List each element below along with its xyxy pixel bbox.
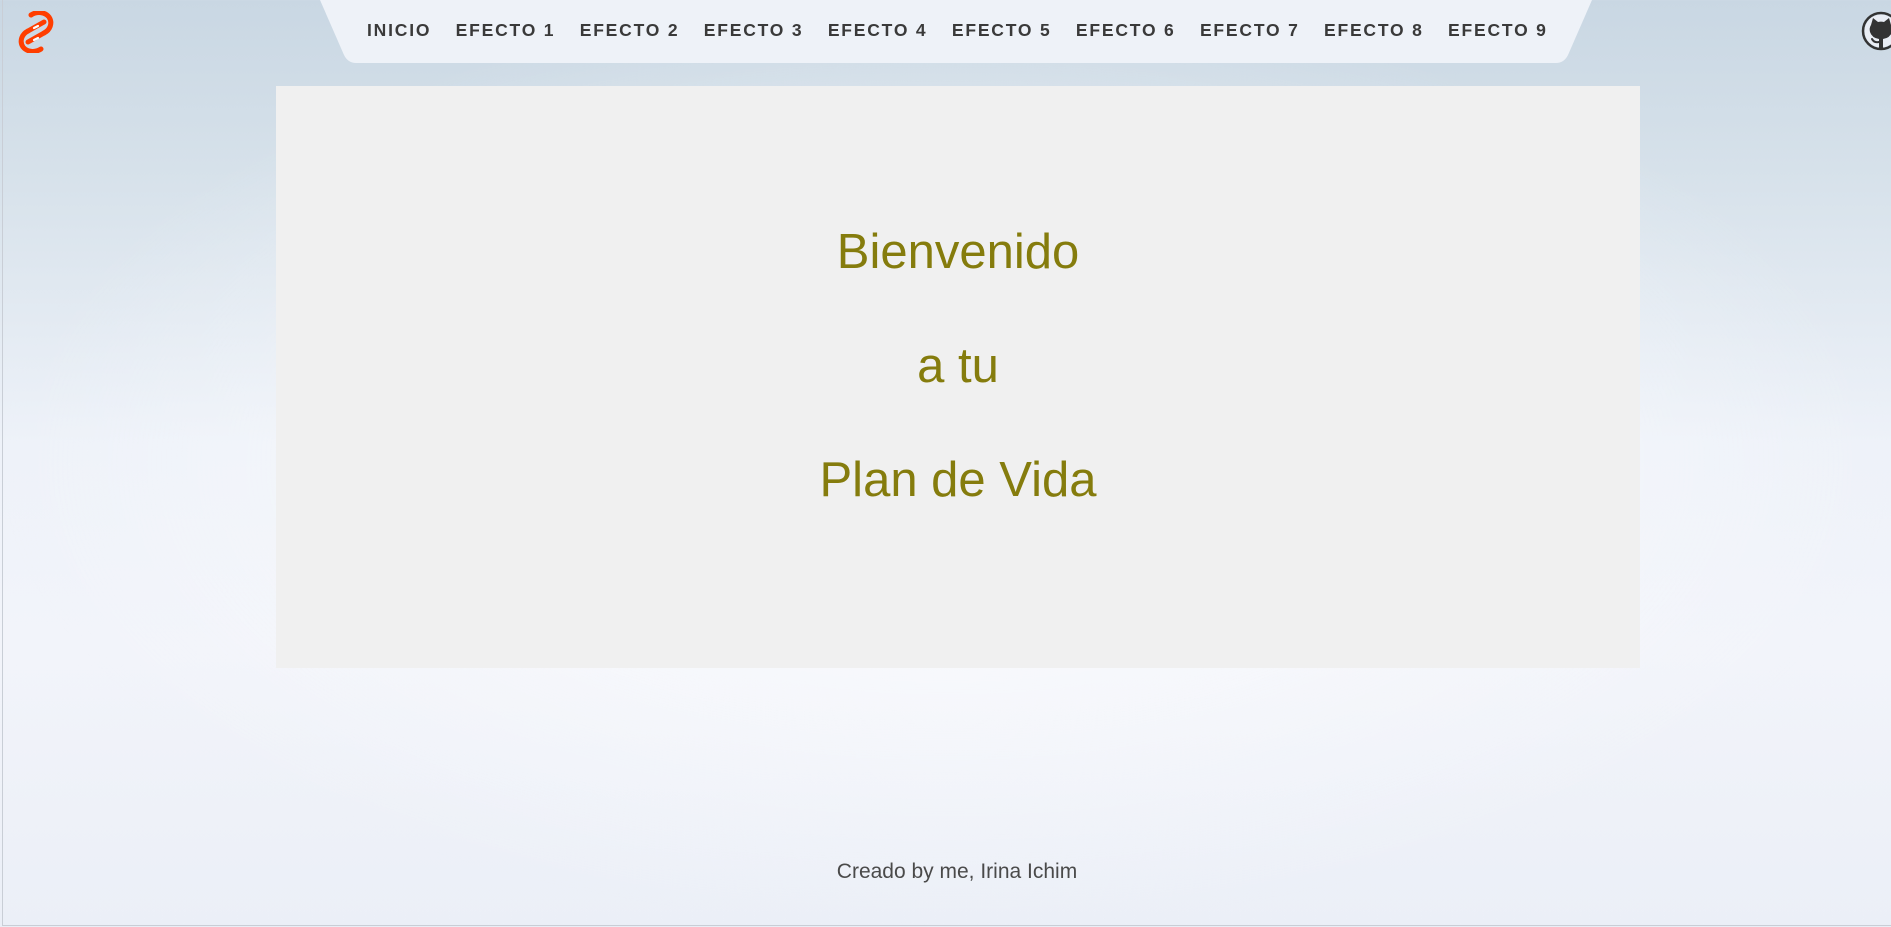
nav-item-efecto-2: EFECTO 2 [580,0,680,60]
nav-item-efecto-8: EFECTO 8 [1324,0,1424,60]
nav-link-efecto-4[interactable]: EFECTO 4 [828,0,928,60]
main-nav: INICIO EFECTO 1 EFECTO 2 EFECTO 3 EFECTO… [367,0,1548,60]
nav-item-inicio: INICIO [367,0,431,60]
nav-link-efecto-1[interactable]: EFECTO 1 [456,0,556,60]
nav-item-efecto-1: EFECTO 1 [456,0,556,60]
github-icon[interactable] [1861,11,1891,51]
nav-link-efecto-6[interactable]: EFECTO 6 [1076,0,1176,60]
nav-link-efecto-8[interactable]: EFECTO 8 [1324,0,1424,60]
welcome-heading-line-2: a tu [917,339,999,393]
nav-link-inicio[interactable]: INICIO [367,0,431,60]
nav-link-efecto-5[interactable]: EFECTO 5 [952,0,1052,60]
nav-link-efecto-2[interactable]: EFECTO 2 [580,0,680,60]
nav-link-efecto-9[interactable]: EFECTO 9 [1448,0,1548,60]
welcome-heading-line-1: Bienvenido [836,225,1080,279]
nav-item-efecto-7: EFECTO 7 [1200,0,1300,60]
footer-credit: Creado by me, Irina Ichim [836,860,1078,883]
svelte-logo-icon[interactable] [18,10,54,54]
nav-link-efecto-3[interactable]: EFECTO 3 [704,0,804,60]
nav-item-efecto-9: EFECTO 9 [1448,0,1548,60]
nav-item-efecto-5: EFECTO 5 [952,0,1052,60]
nav-link-efecto-7[interactable]: EFECTO 7 [1200,0,1300,60]
nav-item-efecto-3: EFECTO 3 [704,0,804,60]
nav-item-efecto-4: EFECTO 4 [828,0,928,60]
nav-item-efecto-6: EFECTO 6 [1076,0,1176,60]
welcome-heading-line-3: Plan de Vida [819,453,1097,507]
welcome-banner: Bienvenido a tu Plan de Vida [276,86,1640,668]
